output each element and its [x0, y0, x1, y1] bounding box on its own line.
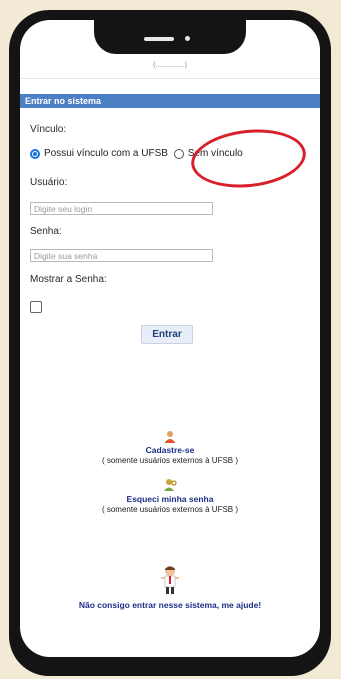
header-divider [20, 78, 320, 79]
header-partial-text: (...............) [153, 62, 187, 69]
login-button[interactable]: Entrar [141, 325, 193, 344]
radio-button-com-vinculo[interactable] [30, 148, 40, 159]
speaker-icon [144, 37, 174, 41]
show-password-checkbox[interactable] [30, 301, 42, 313]
phone-screen: (...............) Entrar no sistema Vínc… [20, 20, 320, 657]
camera-icon [185, 36, 190, 41]
cadastro-note: ( somente usuários externos à UFSB ) [101, 456, 239, 465]
password-input[interactable]: Digite sua senha [30, 249, 213, 262]
help-link[interactable]: Não consigo entrar nesse sistema, me aju… [20, 600, 320, 610]
esqueci-note: ( somente usuários externos à UFSB ) [101, 505, 239, 514]
radio-option-com-vinculo[interactable]: Possui vínculo com a UFSB [30, 148, 168, 159]
user-add-icon [163, 430, 177, 444]
senha-label: Senha: [30, 226, 62, 237]
mostrar-senha-label: Mostrar a Senha: [30, 274, 107, 285]
usuario-label: Usuário: [30, 177, 68, 188]
help-person-icon [160, 565, 180, 600]
esqueci-link[interactable]: Esqueci minha senha [20, 494, 320, 504]
phone-notch [94, 20, 246, 54]
vinculo-label: Vínculo: [30, 124, 67, 135]
highlight-circle [188, 124, 309, 193]
radio-button-sem-vinculo[interactable] [173, 148, 184, 159]
cadastro-link[interactable]: Cadastre-se [20, 445, 320, 455]
login-input[interactable]: Digite seu login [30, 202, 213, 215]
radio-label-com-vinculo: Possui vínculo com a UFSB [44, 148, 168, 159]
section-title-bar: Entrar no sistema [20, 94, 320, 108]
key-user-icon [163, 478, 177, 492]
help-figure-block [20, 565, 320, 600]
